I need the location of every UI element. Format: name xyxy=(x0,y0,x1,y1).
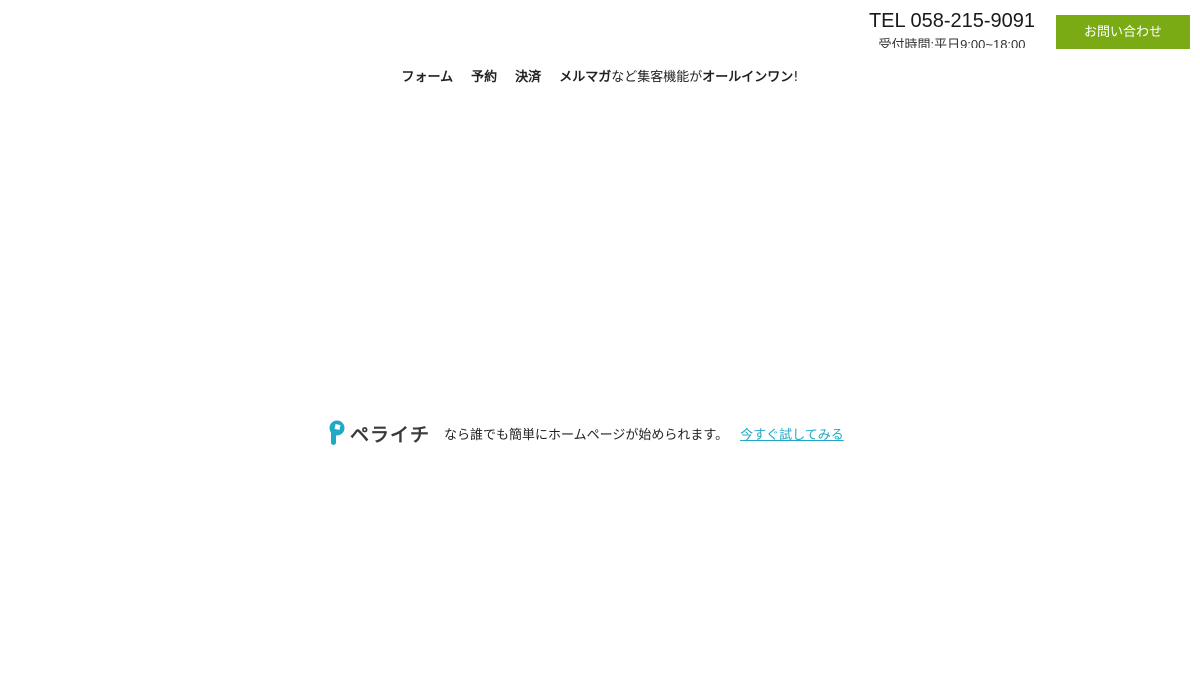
peraichi-brand-name: ペライチ xyxy=(350,423,431,446)
feature-reserve: 予約 xyxy=(471,70,498,85)
tel-number[interactable]: TEL 058-215-9091 xyxy=(860,8,1044,34)
feature-mid-text: など集客機能が xyxy=(611,70,703,85)
feature-tail: ! xyxy=(793,70,799,85)
peraichi-p-icon xyxy=(329,420,345,445)
feature-form: フォーム xyxy=(401,70,454,85)
tel-block: TEL 058-215-9091 受付時間:平日9:00~18:00 xyxy=(860,8,1044,48)
promo-text: なら誰でも簡単にホームページが始められます。 xyxy=(444,427,729,443)
peraichi-logo[interactable]: ペライチ xyxy=(327,419,430,447)
business-hours: 受付時間:平日9:00~18:00 xyxy=(878,37,1026,48)
try-now-link[interactable]: 今すぐ試してみる xyxy=(740,424,844,443)
peraichi-promo: ペライチ なら誰でも簡単にホームページが始められます。 今すぐ試してみる xyxy=(327,418,844,448)
page: TEL 058-215-9091 受付時間:平日9:00~18:00 お問い合わ… xyxy=(0,0,1200,678)
contact-button[interactable]: お問い合わせ xyxy=(1056,15,1190,49)
feature-bar: フォーム 予約 決済 メルマガなど集客機能がオールインワン! xyxy=(0,68,1200,88)
feature-payment: 決済 xyxy=(515,70,542,85)
feature-allinone: オールインワン xyxy=(702,70,794,85)
feature-mailmag: メルマガ xyxy=(559,70,612,85)
